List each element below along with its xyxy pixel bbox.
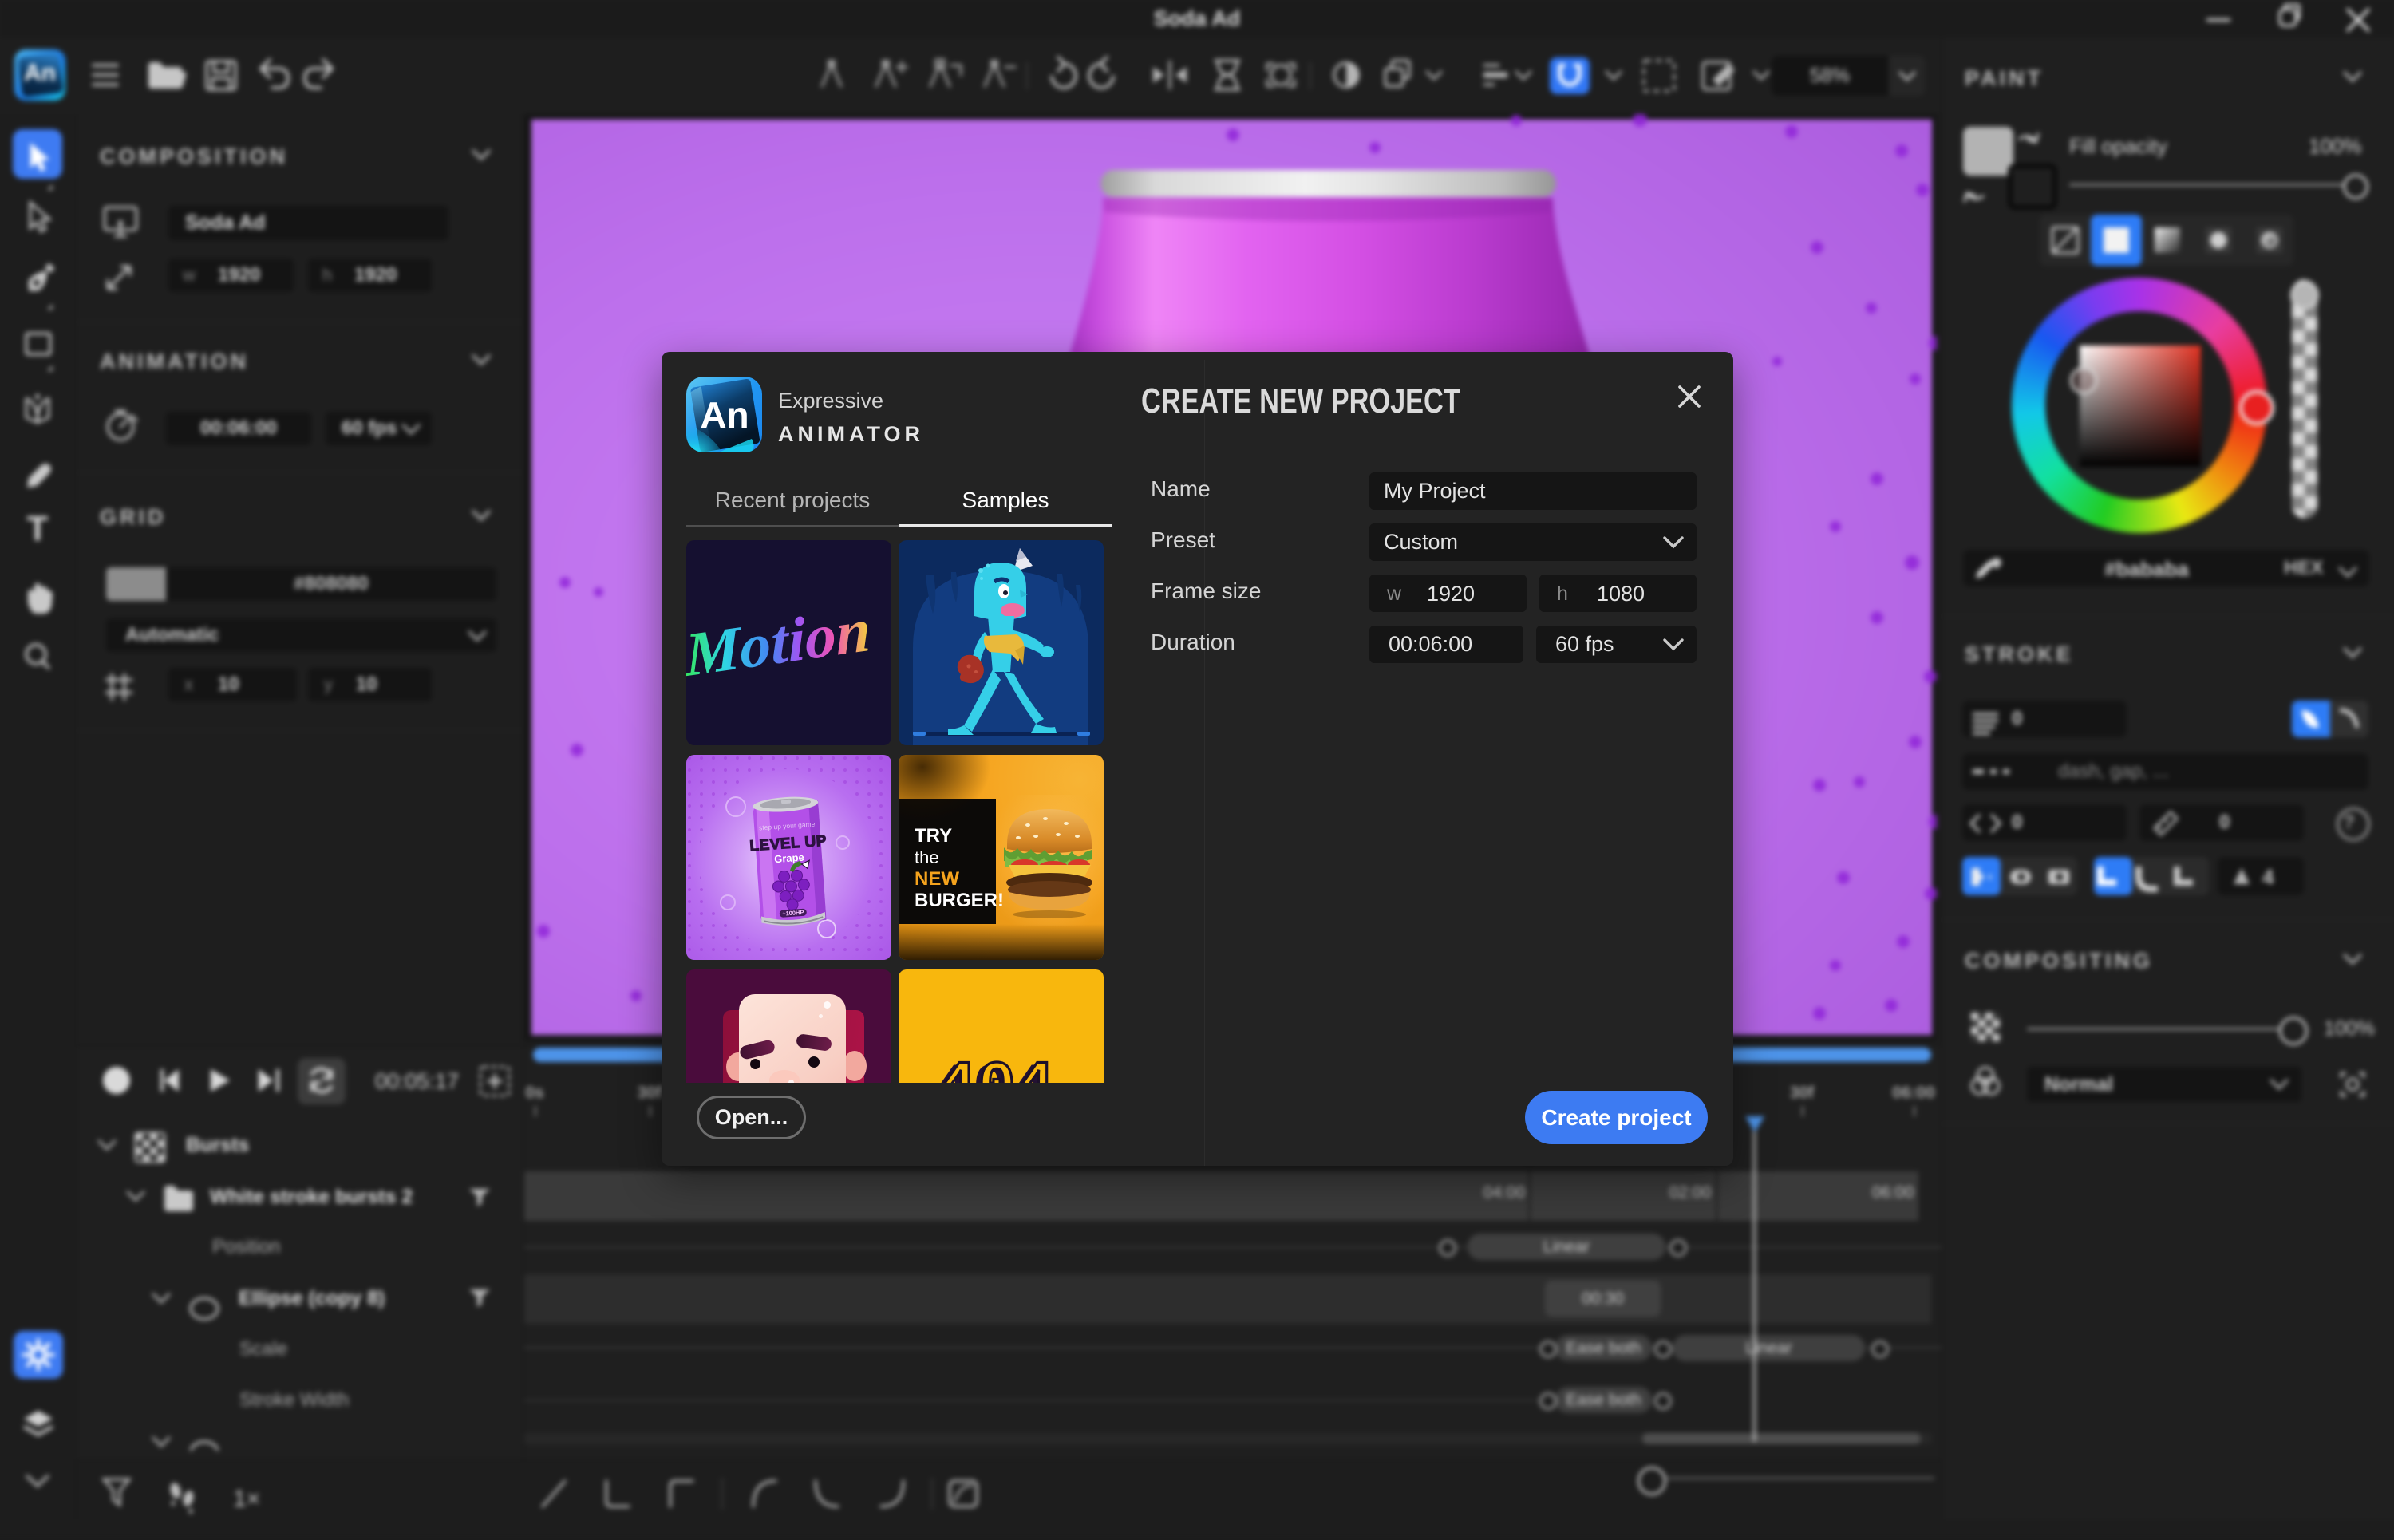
svg-text:404: 404 — [939, 1052, 1056, 1083]
svg-text:An: An — [700, 394, 749, 436]
svg-text:T: T — [27, 509, 49, 548]
svg-text:1×: 1× — [233, 1486, 260, 1512]
svg-text:Motion: Motion — [686, 594, 871, 690]
svg-text:+100HP: +100HP — [782, 909, 804, 918]
svg-text:4: 4 — [2262, 865, 2274, 889]
